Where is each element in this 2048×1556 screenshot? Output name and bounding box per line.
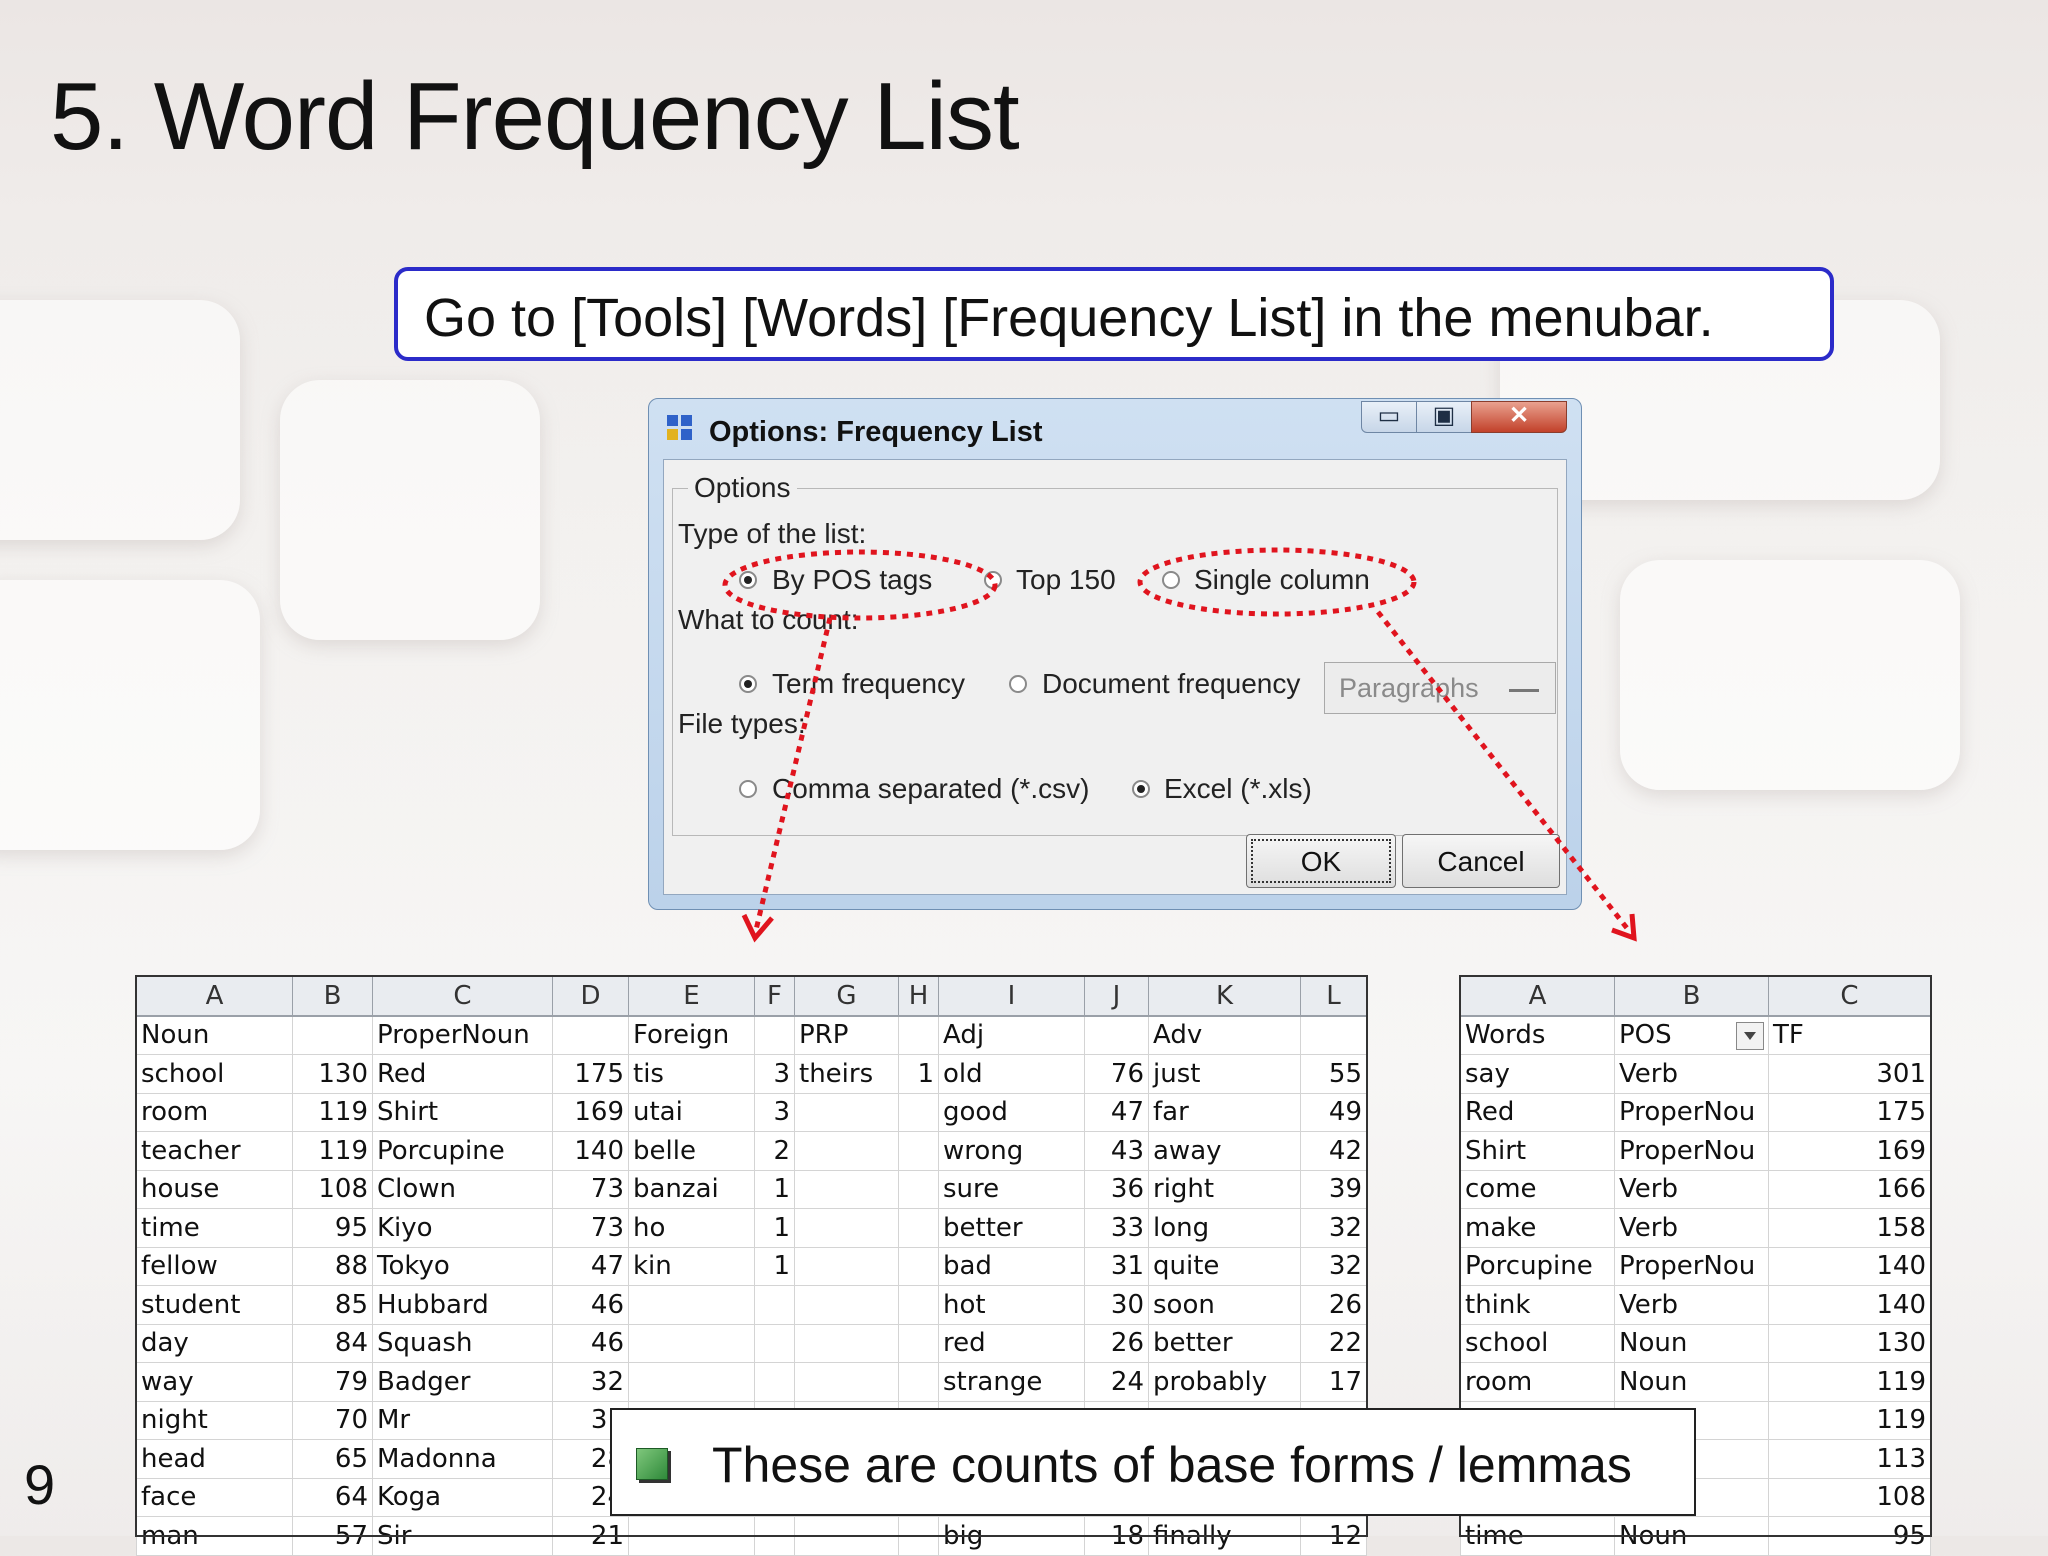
arrow-line-single <box>1376 610 1632 934</box>
highlight-single-column <box>1137 547 1417 617</box>
annotation-layer <box>722 547 1637 943</box>
arrow-line-pos <box>753 617 833 931</box>
lemma-note-text: These are counts of base forms / lemmas <box>712 1437 1632 1493</box>
bullet-icon <box>636 1448 668 1480</box>
lemma-note: These are counts of base forms / lemmas <box>610 1408 1696 1516</box>
page-number: 9 <box>24 1453 56 1516</box>
highlight-by-pos-tags <box>722 549 998 621</box>
